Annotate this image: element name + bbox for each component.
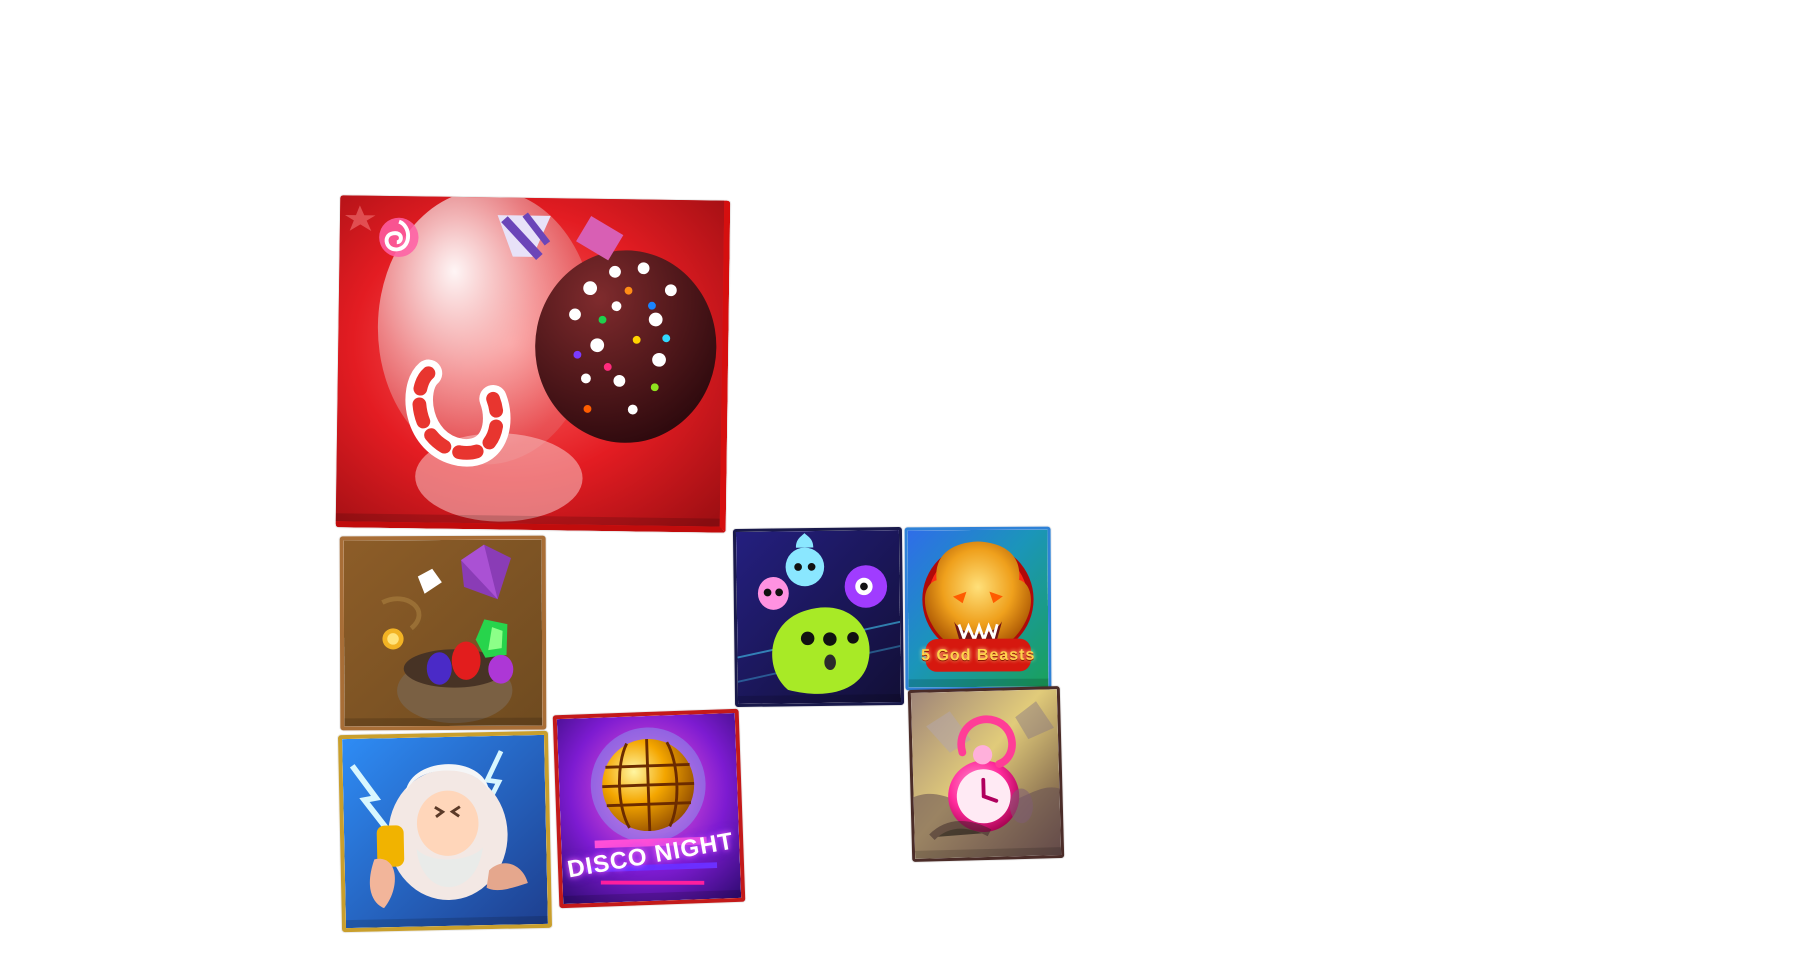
disco-ball-icon [556, 712, 742, 905]
aliens-game-tile[interactable] [732, 526, 905, 708]
zeus-game-tile[interactable] [337, 730, 553, 933]
candy-game-tile[interactable] [335, 195, 731, 533]
game-gallery: DISCO NIGHT 5 God Beasts [0, 0, 1800, 958]
time-game-tile[interactable] [907, 686, 1065, 862]
dragon-icon [907, 529, 1049, 688]
beasts-game-tile[interactable]: 5 God Beasts [904, 526, 1052, 691]
gems-icon [343, 539, 543, 727]
candy-icon [335, 195, 725, 527]
alien-icon [735, 530, 902, 704]
clock-icon [910, 689, 1062, 859]
disco-game-tile[interactable]: DISCO NIGHT [552, 708, 746, 909]
gems-game-tile[interactable] [339, 535, 547, 731]
zeus-icon [342, 734, 548, 929]
